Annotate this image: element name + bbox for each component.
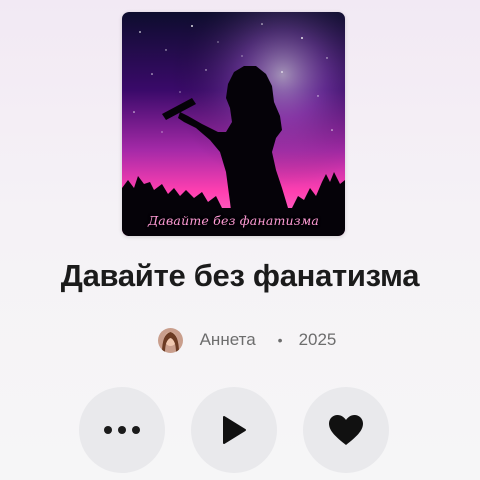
release-year: 2025 bbox=[298, 330, 337, 349]
album-meta: Аннета • 2025 bbox=[0, 325, 480, 355]
cover-caption: Давайте без фанатизма bbox=[147, 213, 320, 228]
album-title: Давайте без фанатизма bbox=[60, 258, 420, 293]
album-cover[interactable]: Давайте без фанатизма bbox=[122, 12, 345, 236]
heart-icon bbox=[329, 415, 363, 445]
action-bar bbox=[0, 387, 480, 473]
more-dots-icon bbox=[104, 426, 140, 434]
more-options-button[interactable] bbox=[79, 387, 165, 473]
like-button[interactable] bbox=[303, 387, 389, 473]
artist-name-link[interactable]: Аннета bbox=[200, 330, 256, 350]
artist-avatar[interactable] bbox=[157, 327, 183, 353]
meta-separator: • bbox=[277, 332, 283, 348]
album-cover-art bbox=[122, 12, 345, 236]
play-button[interactable] bbox=[191, 387, 277, 473]
play-icon bbox=[223, 416, 246, 444]
